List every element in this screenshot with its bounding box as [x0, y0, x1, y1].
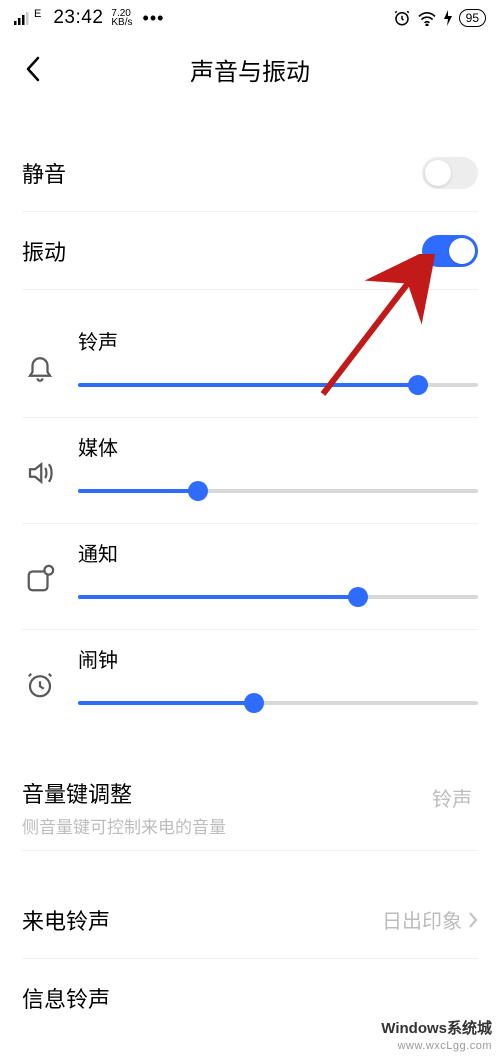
message-ringtone-label: 信息铃声 — [22, 982, 110, 1014]
chevron-right-icon — [468, 911, 478, 929]
notification-slider[interactable] — [78, 595, 478, 599]
row-incoming-ringtone[interactable]: 来电铃声 日出印象 — [22, 881, 478, 959]
ringtone-slider-label: 铃声 — [78, 326, 478, 355]
slider-row-notification: 通知 — [22, 524, 478, 630]
vibrate-toggle[interactable] — [422, 235, 478, 267]
network-type: E — [34, 8, 41, 20]
vibrate-label: 振动 — [22, 235, 66, 267]
wifi-icon — [417, 10, 437, 26]
more-icon: ••• — [143, 8, 165, 29]
clock: 23:42 — [53, 7, 103, 29]
incoming-ringtone-label: 来电铃声 — [22, 904, 110, 936]
slider-row-media: 媒体 — [22, 418, 478, 524]
incoming-ringtone-value: 日出印象 — [382, 905, 462, 934]
row-volume-key[interactable]: 音量键调整 侧音量键可控制来电的音量 铃声 — [22, 765, 478, 851]
notification-slider-label: 通知 — [78, 538, 478, 567]
alarm-slider[interactable] — [78, 701, 478, 705]
chevron-left-icon — [25, 56, 41, 82]
bell-icon — [22, 326, 58, 386]
slider-row-ringtone: 铃声 — [22, 312, 478, 418]
speaker-icon — [22, 432, 58, 492]
mute-label: 静音 — [22, 157, 66, 189]
page-title: 声音与振动 — [0, 52, 500, 87]
volume-key-sub: 侧音量键可控制来电的音量 — [22, 813, 226, 838]
row-mute[interactable]: 静音 — [22, 134, 478, 212]
media-slider-label: 媒体 — [78, 432, 478, 461]
media-slider[interactable] — [78, 489, 478, 493]
signal-icon — [14, 11, 32, 25]
page-header: 声音与振动 — [0, 34, 500, 104]
charging-icon — [443, 10, 453, 26]
volume-key-label: 音量键调整 — [22, 777, 226, 809]
clock-icon — [22, 644, 58, 704]
ringtone-slider[interactable] — [78, 383, 478, 387]
slider-row-alarm: 闹钟 — [22, 630, 478, 735]
notification-icon — [22, 538, 58, 598]
alarm-slider-label: 闹钟 — [78, 644, 478, 673]
battery-indicator: 95 — [459, 9, 486, 27]
row-vibrate[interactable]: 振动 — [22, 212, 478, 290]
mute-toggle[interactable] — [422, 157, 478, 189]
back-button[interactable] — [18, 54, 48, 84]
volume-key-value: 铃声 — [432, 783, 472, 812]
alarm-clock-icon — [393, 9, 411, 27]
watermark: Windows系统城 www.wxcLgg.com — [381, 1019, 492, 1053]
net-speed: 7.20 KB/s — [111, 9, 132, 27]
status-bar: E 23:42 7.20 KB/s ••• 95 — [0, 0, 500, 34]
